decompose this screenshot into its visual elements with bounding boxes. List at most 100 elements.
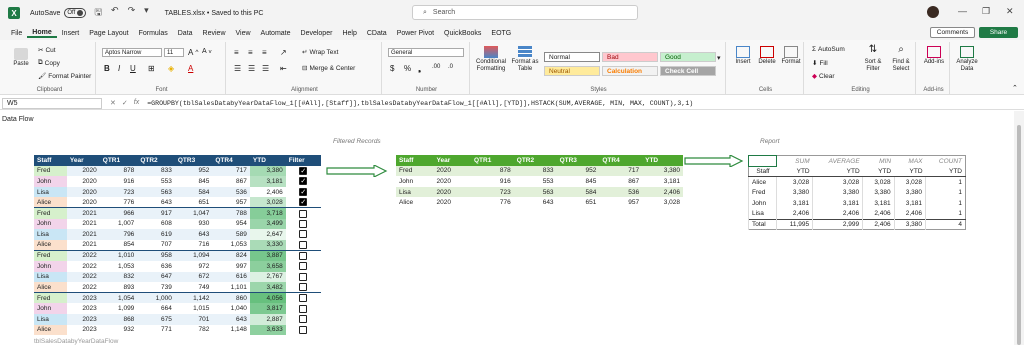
- filtered-header-year[interactable]: Year: [433, 155, 471, 166]
- formula-input[interactable]: =GROUPBY(tblSalesDatabyYearDataFlow_1[[#…: [147, 100, 693, 107]
- find-select-button[interactable]: ⌕ Find & Select: [888, 45, 914, 73]
- filter-cell[interactable]: [285, 271, 321, 283]
- source-cell[interactable]: 1,040: [212, 303, 250, 314]
- source-cell[interactable]: 2023: [66, 292, 100, 304]
- source-cell[interactable]: 2023: [66, 313, 100, 325]
- source-cell[interactable]: 647: [137, 271, 175, 283]
- filtered-cell[interactable]: 717: [599, 165, 643, 177]
- format-as-table-button[interactable]: Format as Table: [510, 46, 540, 73]
- report-cell[interactable]: 3,380: [893, 187, 926, 198]
- filtered-cell[interactable]: 536: [599, 186, 643, 198]
- source-cell[interactable]: 958: [137, 249, 175, 261]
- report-cell[interactable]: 3,380: [776, 187, 813, 198]
- report-sub-header[interactable]: YTD: [862, 166, 895, 178]
- report-cell[interactable]: 3,028: [776, 176, 813, 188]
- source-cell[interactable]: 1,142: [174, 292, 213, 304]
- report-cell[interactable]: Lisa: [747, 208, 777, 220]
- filtered-cell[interactable]: 3,028: [642, 197, 683, 208]
- source-cell[interactable]: John: [34, 303, 67, 314]
- filtered-cell[interactable]: 776: [471, 197, 514, 208]
- filter-cell[interactable]: [285, 313, 321, 325]
- report-cell[interactable]: 3,380: [893, 218, 926, 230]
- source-cell[interactable]: 584: [174, 186, 213, 198]
- report-cell[interactable]: 3,028: [812, 176, 863, 188]
- source-cell[interactable]: 2022: [66, 260, 100, 272]
- filter-cell[interactable]: ✓: [285, 165, 321, 177]
- report-cell[interactable]: 3,181: [776, 197, 813, 209]
- source-cell[interactable]: 954: [212, 218, 250, 230]
- table-row[interactable]: John 2020 916 553 845 867 3,181 ✓: [34, 176, 321, 187]
- menu-page-layout[interactable]: Page Layout: [84, 30, 133, 37]
- filtered-header-qtr4[interactable]: QTR4: [599, 155, 643, 166]
- conditional-formatting-button[interactable]: Conditional Formatting: [474, 46, 508, 73]
- vertical-scrollbar[interactable]: [1014, 111, 1024, 345]
- clear-button[interactable]: ◆ Clear: [812, 72, 835, 81]
- table-row[interactable]: John 2020 916 553 845 867 3,181: [396, 176, 683, 187]
- menu-formulas[interactable]: Formulas: [134, 30, 173, 37]
- source-cell[interactable]: 2023: [66, 303, 100, 314]
- close-icon[interactable]: ✕: [1006, 6, 1014, 17]
- style-normal[interactable]: Normal: [544, 52, 600, 62]
- source-cell[interactable]: 930: [174, 218, 213, 230]
- filter-cell[interactable]: [285, 292, 321, 304]
- source-cell[interactable]: 1,015: [174, 303, 213, 314]
- source-cell[interactable]: Fred: [34, 292, 67, 304]
- filtered-cell[interactable]: 651: [556, 197, 600, 208]
- source-cell[interactable]: 1,000: [137, 292, 175, 304]
- filter-cell[interactable]: [285, 303, 321, 314]
- source-cell[interactable]: John: [34, 218, 67, 230]
- source-cell[interactable]: 796: [99, 229, 138, 240]
- table-row[interactable]: John 2022 1,053 636 972 997 3,658: [34, 260, 321, 272]
- style-good[interactable]: Good: [660, 52, 716, 62]
- table-row[interactable]: Fred 2022 1,010 958 1,094 824 3,887: [34, 249, 321, 261]
- unchecked-checkbox-icon[interactable]: [299, 219, 308, 228]
- report-cell[interactable]: 3,181: [812, 197, 863, 209]
- source-cell[interactable]: 616: [212, 271, 250, 283]
- source-cell[interactable]: 2020: [66, 197, 100, 208]
- style-calculation[interactable]: Calculation: [602, 66, 658, 76]
- source-cell[interactable]: 2,887: [249, 313, 286, 325]
- worksheet[interactable]: Data Flow Filtered Records Report Staff Y…: [0, 111, 1014, 345]
- source-cell[interactable]: 997: [212, 260, 250, 272]
- source-cell[interactable]: 972: [174, 260, 213, 272]
- source-cell[interactable]: John: [34, 176, 67, 187]
- report-cell[interactable]: 3,181: [893, 197, 926, 209]
- report-cell[interactable]: 3,028: [893, 176, 926, 188]
- source-cell[interactable]: Alice: [34, 197, 67, 208]
- source-header-ytd[interactable]: YTD: [249, 155, 286, 166]
- source-cell[interactable]: 952: [174, 165, 213, 177]
- table-row[interactable]: John 2023 1,099 664 1,015 1,040 3,817: [34, 303, 321, 314]
- source-cell[interactable]: 932: [99, 324, 138, 336]
- source-cell[interactable]: 3,482: [249, 282, 286, 293]
- source-cell[interactable]: 966: [99, 207, 138, 219]
- source-cell[interactable]: Alice: [34, 324, 67, 336]
- paste-button[interactable]: Paste: [10, 48, 32, 68]
- filtered-header-ytd[interactable]: YTD: [642, 155, 683, 166]
- menu-developer[interactable]: Developer: [296, 30, 338, 37]
- source-cell[interactable]: 2020: [66, 186, 100, 198]
- source-cell[interactable]: 1,047: [174, 207, 213, 219]
- table-row[interactable]: Alice 2023 932 771 782 1,148 3,633: [34, 324, 321, 336]
- source-cell[interactable]: 1,101: [212, 282, 250, 293]
- source-cell[interactable]: Lisa: [34, 313, 67, 325]
- source-cell[interactable]: 845: [174, 176, 213, 187]
- filter-cell[interactable]: [285, 260, 321, 272]
- undo-icon[interactable]: ↶: [111, 5, 119, 21]
- comments-button[interactable]: Comments: [930, 27, 975, 38]
- source-cell[interactable]: Alice: [34, 239, 67, 251]
- source-cell[interactable]: 589: [212, 229, 250, 240]
- borders-icon[interactable]: ⊞: [148, 64, 155, 73]
- source-cell[interactable]: 916: [99, 176, 138, 187]
- report-cell[interactable]: 4: [925, 218, 966, 230]
- table-row[interactable]: John 2021 1,007 608 930 954 3,499: [34, 218, 321, 230]
- source-cell[interactable]: 1,099: [99, 303, 138, 314]
- report-cell[interactable]: 1: [925, 176, 966, 188]
- source-cell[interactable]: 3,330: [249, 239, 286, 251]
- report-cell[interactable]: 2,406: [776, 208, 813, 220]
- source-cell[interactable]: 2021: [66, 229, 100, 240]
- table-row[interactable]: Alice 3,028 3,028 3,028 3,028 1: [747, 176, 966, 188]
- source-cell[interactable]: 2020: [66, 165, 100, 177]
- report-sub-header[interactable]: YTD: [894, 166, 926, 178]
- source-cell[interactable]: 917: [137, 207, 175, 219]
- source-cell[interactable]: 4,056: [249, 292, 286, 304]
